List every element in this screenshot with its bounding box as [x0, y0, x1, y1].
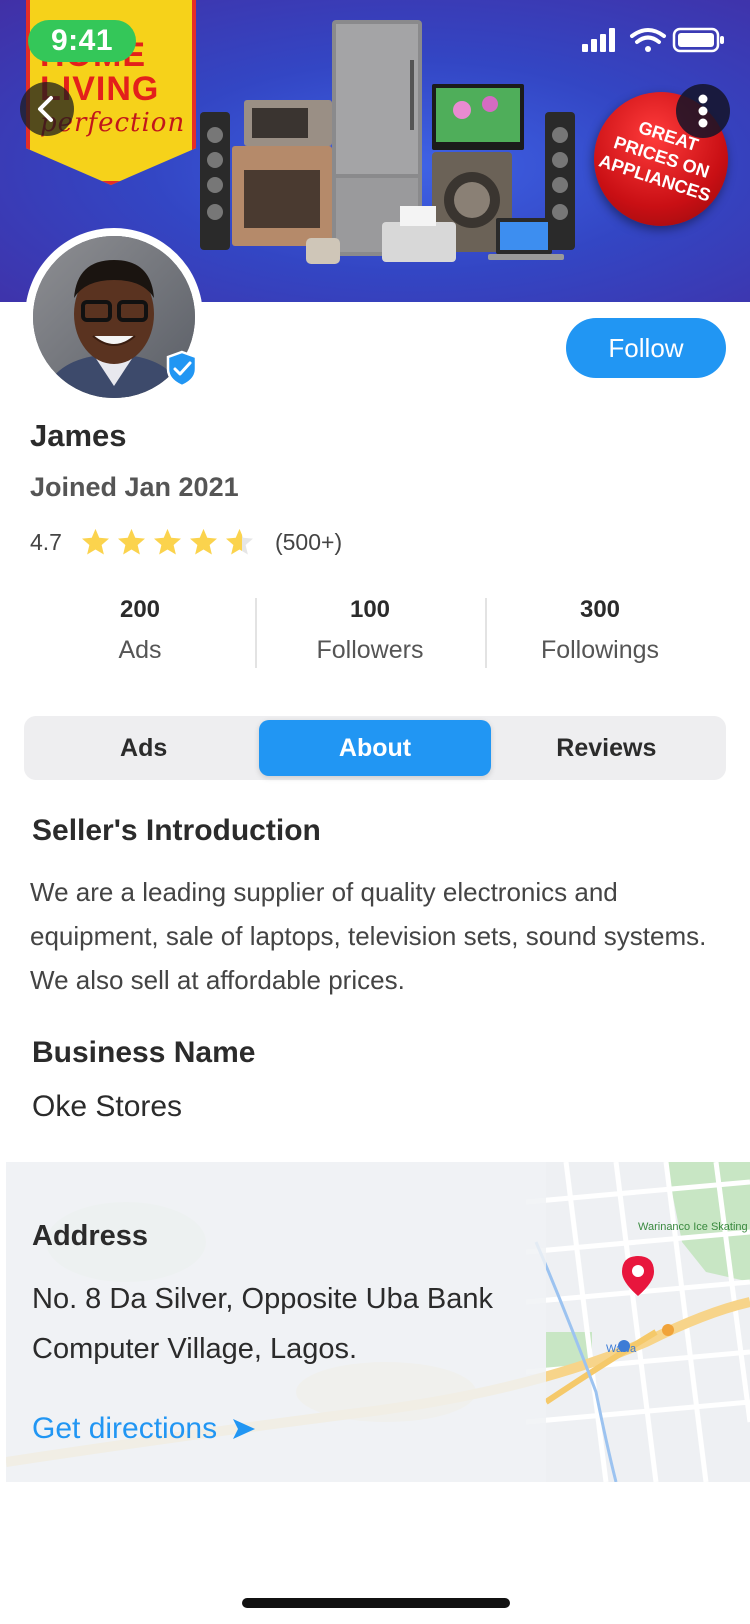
stat-ads[interactable]: 200 Ads	[25, 596, 255, 668]
rating-count: (500+)	[274, 528, 343, 555]
rating-row: 4.7 (500+)	[30, 522, 342, 562]
star-icon	[153, 528, 181, 555]
stat-followings[interactable]: 300 Followings	[485, 596, 715, 668]
stat-followers[interactable]: 100 Followers	[255, 596, 485, 668]
status-time: 9:41	[28, 20, 136, 62]
profile-tabs: Ads About Reviews	[24, 716, 726, 780]
follow-button[interactable]: Follow	[566, 318, 726, 378]
cellular-signal-icon	[582, 28, 615, 52]
more-options-button[interactable]	[676, 84, 730, 138]
star-half-icon	[225, 528, 253, 555]
stat-label: Ads	[118, 636, 162, 664]
tab-reviews[interactable]: Reviews	[491, 720, 722, 776]
address-text: No. 8 Da Silver, Opposite Uba Bank Compu…	[32, 1274, 552, 1374]
map-pin-icon	[622, 1256, 654, 1296]
more-vertical-icon	[698, 94, 708, 128]
business-name: Oke Stores	[32, 1090, 183, 1123]
stat-value: 200	[119, 596, 161, 623]
address-line-1: No. 8 Da Silver, Opposite Uba Bank	[32, 1283, 494, 1315]
intro-heading: Seller's Introduction	[32, 814, 321, 847]
profile-stats: 200 Ads 100 Followers 300 Followings	[25, 596, 715, 668]
intro-text: We are a leading supplier of quality ele…	[30, 877, 707, 995]
address-map-card: Warinanco Ice Skating Center Wawa Addres…	[6, 1162, 750, 1482]
star-icon	[81, 528, 109, 555]
tab-about[interactable]: About	[259, 720, 491, 776]
wifi-icon	[630, 28, 666, 52]
address-line-2: Computer Village, Lagos.	[32, 1333, 358, 1365]
verified-badge-icon	[166, 350, 198, 388]
chevron-left-icon	[38, 96, 53, 122]
back-button[interactable]	[20, 82, 74, 136]
stat-label: Followings	[540, 636, 660, 664]
star-icon	[189, 528, 217, 555]
tab-ads[interactable]: Ads	[28, 720, 259, 776]
navigation-arrow-icon	[233, 1419, 256, 1439]
business-name-heading: Business Name	[32, 1036, 256, 1069]
battery-icon	[672, 27, 724, 53]
address-heading: Address	[32, 1220, 149, 1252]
stat-value: 100	[349, 596, 391, 623]
directions-label: Get directions	[32, 1412, 218, 1445]
home-indicator[interactable]	[242, 1598, 510, 1608]
stat-label: Followers	[316, 636, 424, 664]
status-icons	[582, 27, 724, 53]
stat-value: 300	[579, 596, 621, 623]
rating-value: 4.7	[30, 528, 62, 555]
rating-stars	[80, 527, 255, 557]
get-directions-link[interactable]: Get directions	[32, 1412, 257, 1446]
seller-name: James	[30, 418, 127, 453]
star-icon	[117, 528, 145, 555]
joined-date: Joined Jan 2021	[30, 472, 239, 502]
map-poi-skating: Warinanco Ice Skating Center	[638, 1221, 750, 1233]
